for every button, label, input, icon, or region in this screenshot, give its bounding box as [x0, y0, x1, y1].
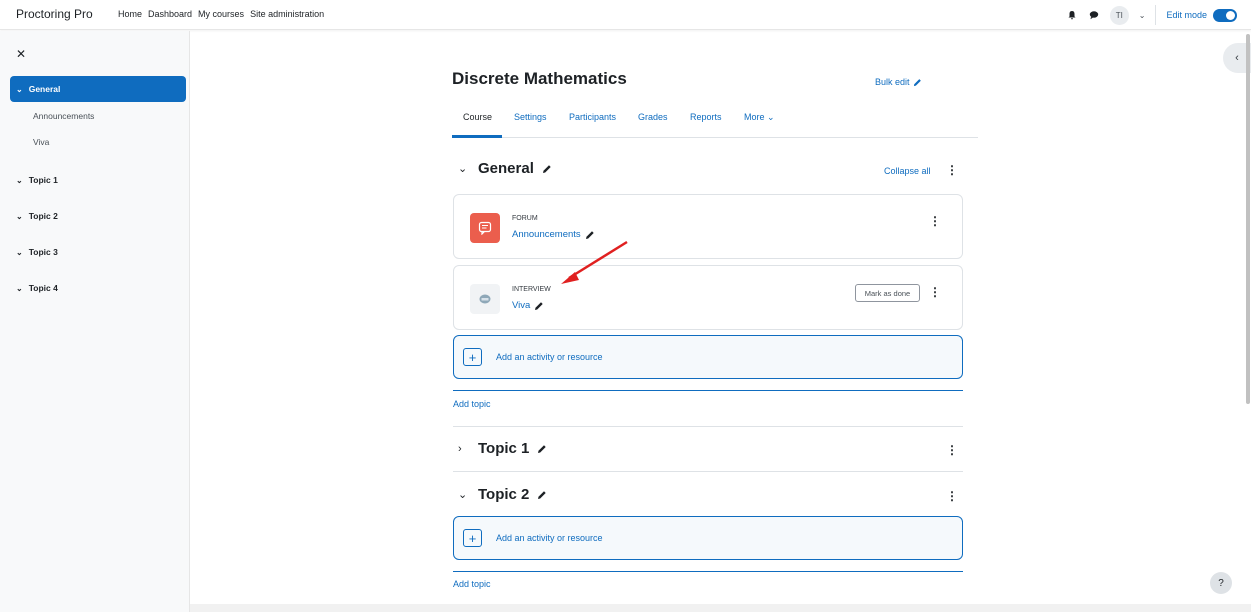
chevron-down-icon[interactable]: ⌄ — [16, 248, 23, 257]
add-topic-link[interactable]: Add topic — [453, 579, 491, 589]
add-topic-link[interactable]: Add topic — [453, 399, 491, 409]
section-topic-2-header: ⌄ Topic 2 — [458, 486, 547, 503]
course-index-drawer: ✕ ⌄ General Announcements Viva ⌄ Topic 1… — [0, 31, 190, 612]
add-activity-label: Add an activity or resource — [496, 352, 603, 362]
section-general-title: General — [478, 160, 534, 177]
section-topic-1-title: Topic 1 — [478, 440, 530, 457]
nav-home[interactable]: Home — [118, 9, 142, 19]
tab-reports[interactable]: Reports — [690, 112, 722, 122]
activity-menu-icon[interactable]: ⋮ — [929, 285, 941, 299]
plus-icon: + — [463, 348, 482, 366]
section-divider — [453, 426, 963, 427]
horizontal-scrollbar-track — [190, 604, 1251, 612]
page-title: Discrete Mathematics — [452, 69, 627, 88]
add-activity-button[interactable]: + Add an activity or resource — [453, 516, 963, 560]
bulk-edit-button[interactable]: Bulk edit — [875, 77, 922, 87]
nav-site-administration[interactable]: Site administration — [250, 9, 324, 19]
course-index-viva[interactable]: Viva — [33, 137, 49, 147]
annotation-arrow — [561, 240, 628, 284]
activity-type-label: INTERVIEW — [512, 286, 551, 293]
chevron-right-icon[interactable]: › — [458, 443, 470, 455]
chevron-down-icon[interactable]: ⌄ — [16, 284, 23, 293]
navbar-right: TI ⌄ Edit mode — [1066, 5, 1237, 25]
activity-name[interactable]: Viva — [512, 300, 530, 311]
add-activity-label: Add an activity or resource — [496, 533, 603, 543]
section-menu-icon[interactable]: ⋮ — [946, 489, 958, 503]
activity-name-link[interactable]: Viva — [512, 300, 544, 311]
section-topic-2-title: Topic 2 — [478, 486, 530, 503]
section-menu-icon[interactable]: ⋮ — [946, 443, 958, 457]
tab-course[interactable]: Course — [463, 112, 492, 122]
tab-more[interactable]: More ⌄ — [744, 112, 775, 123]
close-icon[interactable]: ✕ — [16, 47, 26, 61]
nav-dashboard[interactable]: Dashboard — [148, 9, 192, 19]
user-avatar[interactable]: TI — [1109, 5, 1129, 25]
section-topic-1-header: › Topic 1 — [458, 440, 547, 457]
course-index-topic-4[interactable]: ⌄ Topic 4 — [10, 275, 186, 301]
activity-card-interview: INTERVIEW Viva Mark as done ⋮ — [453, 265, 963, 330]
chevron-down-icon[interactable]: ⌄ — [16, 85, 23, 94]
page-scrollbar[interactable] — [1246, 34, 1250, 404]
course-index-label: General — [28, 84, 61, 94]
tab-more-label: More — [744, 112, 765, 122]
bulk-edit-label: Bulk edit — [875, 77, 910, 87]
top-navbar: Proctoring Pro Home Dashboard My courses… — [0, 0, 1251, 30]
collapse-all-link[interactable]: Collapse all — [884, 166, 931, 176]
chevron-down-icon: ⌄ — [767, 112, 775, 122]
tab-participants[interactable]: Participants — [569, 112, 616, 122]
chevron-left-icon: ‹ — [1235, 52, 1239, 64]
edit-mode-toggle[interactable] — [1213, 8, 1237, 22]
primary-navigation: Home Dashboard My courses Site administr… — [118, 9, 324, 19]
tab-grades[interactable]: Grades — [638, 112, 668, 122]
course-index-label: Topic 4 — [28, 283, 58, 293]
nav-my-courses[interactable]: My courses — [198, 9, 244, 19]
chevron-down-icon[interactable]: ⌄ — [458, 162, 470, 175]
chevron-down-icon[interactable]: ⌄ — [16, 212, 23, 221]
add-activity-button[interactable]: + Add an activity or resource — [453, 335, 963, 379]
activity-card-forum: FORUM Announcements ⋮ — [453, 194, 963, 259]
add-topic-divider — [453, 571, 963, 572]
forum-icon — [470, 213, 500, 243]
chevron-down-icon[interactable]: ⌄ — [16, 176, 23, 185]
section-divider — [453, 471, 963, 472]
activity-type-label: FORUM — [512, 215, 538, 222]
pencil-icon[interactable] — [537, 444, 547, 454]
course-index-general[interactable]: ⌄ General — [10, 76, 186, 102]
chat-bubble-icon[interactable] — [1088, 9, 1100, 21]
active-tab-indicator — [452, 135, 502, 138]
course-index-topic-2[interactable]: ⌄ Topic 2 — [10, 203, 186, 229]
activity-menu-icon[interactable]: ⋮ — [929, 214, 941, 228]
pencil-icon[interactable] — [537, 490, 547, 500]
course-index-label: Topic 3 — [28, 247, 58, 257]
interview-icon — [470, 284, 500, 314]
mark-as-done-button[interactable]: Mark as done — [855, 284, 920, 302]
navbar-divider — [1155, 5, 1157, 25]
add-topic-divider — [453, 390, 963, 391]
course-index-announcements[interactable]: Announcements — [33, 111, 94, 121]
pencil-icon[interactable] — [542, 164, 552, 174]
help-button[interactable]: ? — [1210, 572, 1232, 594]
chevron-down-icon[interactable]: ⌄ — [458, 488, 470, 501]
section-menu-icon[interactable]: ⋮ — [946, 163, 958, 177]
pencil-icon[interactable] — [534, 301, 544, 311]
pencil-icon — [913, 78, 921, 86]
tab-settings[interactable]: Settings — [514, 112, 547, 122]
course-index-label: Topic 2 — [28, 211, 58, 221]
edit-mode-label: Edit mode — [1166, 10, 1207, 20]
course-index-topic-1[interactable]: ⌄ Topic 1 — [10, 167, 186, 193]
bell-icon[interactable] — [1066, 9, 1078, 21]
chevron-down-icon[interactable]: ⌄ — [1139, 11, 1146, 20]
edit-mode-control: Edit mode — [1166, 8, 1237, 22]
site-brand[interactable]: Proctoring Pro — [16, 7, 93, 21]
course-index-label: Topic 1 — [28, 175, 58, 185]
plus-icon: + — [463, 529, 482, 547]
section-general-header: ⌄ General — [458, 160, 552, 177]
course-index-topic-3[interactable]: ⌄ Topic 3 — [10, 239, 186, 265]
course-tabs: Course Settings Participants Grades Repo… — [453, 102, 978, 138]
